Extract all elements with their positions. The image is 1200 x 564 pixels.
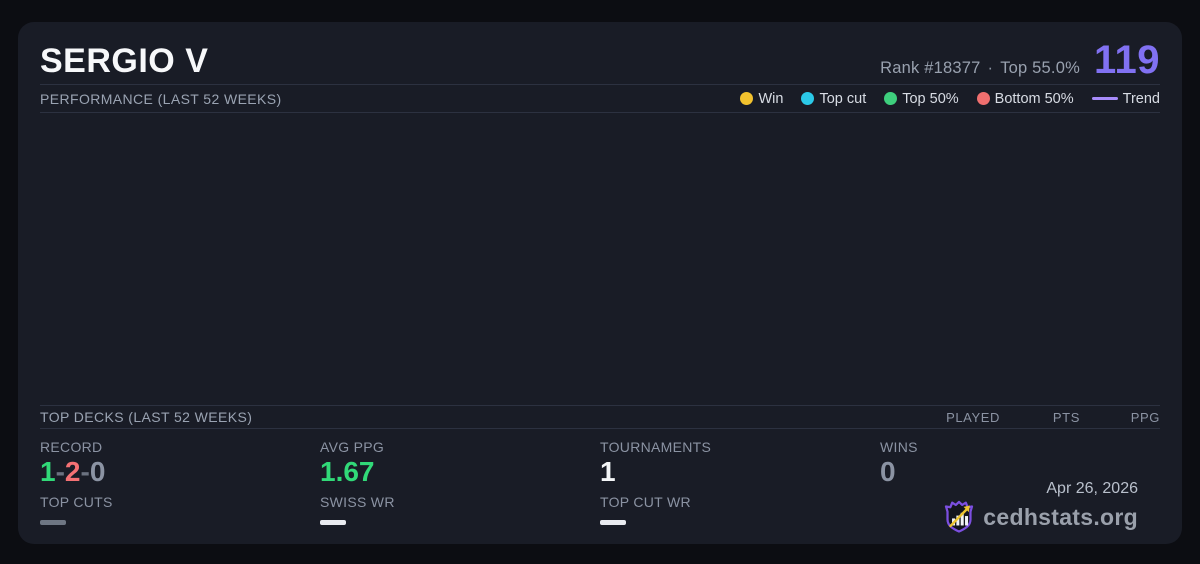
empty-value-dash (320, 520, 346, 525)
legend-label: Bottom 50% (994, 90, 1074, 107)
rank-number: Rank #18377 (880, 59, 981, 77)
trend-line-icon (1091, 97, 1118, 100)
legend-item-bottom50[interactable]: Bottom 50% (976, 90, 1074, 107)
page-title: SERGIO V (40, 42, 209, 80)
stats-column-1: RECORD 1-2-0 TOP CUTS (40, 438, 320, 544)
stat-top-cut-wr: TOP CUT WR (600, 493, 880, 525)
player-stats-card: SERGIO V Rank #18377 · Top 55.0% 119 PERFO… (18, 22, 1182, 544)
legend-item-win[interactable]: Win (740, 91, 783, 107)
column-pts: PTS (1052, 409, 1080, 425)
legend-label: Top 50% (902, 90, 959, 107)
top-percent: Top 55.0% (1000, 59, 1080, 77)
top50-dot-icon (884, 92, 898, 105)
performance-title: PERFORMANCE (LAST 52 WEEKS) (40, 90, 282, 107)
tournaments-value: 1 (600, 456, 616, 487)
top-decks-column-headers: PLAYED PTS PPG (920, 410, 1160, 425)
top-decks-section-header: TOP DECKS (LAST 52 WEEKS) PLAYED PTS PPG (40, 405, 1160, 429)
empty-value-dash (40, 520, 66, 525)
record-value: 1-2-0 (40, 456, 320, 488)
rank-block: Rank #18377 · Top 55.0% 119 (880, 38, 1160, 82)
avg-ppg-value: 1.67 (320, 456, 375, 487)
column-played: PLAYED (946, 409, 1000, 425)
legend-item-top50[interactable]: Top 50% (884, 90, 959, 107)
legend-label: Trend (1122, 90, 1160, 107)
record-draws: 0 (89, 456, 106, 487)
stat-label: SWISS WR (320, 494, 395, 510)
top-cut-dot-icon (801, 92, 815, 105)
stat-record: RECORD 1-2-0 (40, 438, 320, 488)
stat-label: WINS (880, 439, 918, 455)
bottom50-dot-icon (976, 92, 990, 105)
performance-section-header: PERFORMANCE (LAST 52 WEEKS) Win Top cut … (40, 85, 1160, 113)
column-ppg: PPG (1130, 409, 1160, 425)
stat-label: TOURNAMENTS (600, 439, 712, 455)
stat-label: RECORD (40, 439, 103, 455)
stats-column-3: TOURNAMENTS 1 TOP CUT WR (600, 438, 880, 544)
record-losses: 2 (64, 456, 81, 487)
legend-label: Top cut (819, 90, 867, 107)
player-score: 119 (1093, 38, 1160, 82)
date-label: Apr 26, 2026 (1046, 480, 1138, 497)
record-wins: 1 (40, 456, 56, 487)
stats-grid: RECORD 1-2-0 TOP CUTS AVG PPG 1.67 SWISS… (40, 429, 1160, 544)
stat-swiss-wr: SWISS WR (320, 493, 600, 525)
empty-value-dash (600, 520, 626, 525)
cedhstats-logo-icon (945, 500, 974, 533)
legend-label: Win (758, 90, 784, 107)
performance-chart (40, 113, 1160, 405)
stat-tournaments: TOURNAMENTS 1 (600, 438, 880, 488)
brand-block: cedhstats.org (943, 500, 1138, 534)
brand-name: cedhstats.org (983, 503, 1138, 530)
record-separator: - (80, 456, 90, 487)
legend-item-top-cut[interactable]: Top cut (801, 91, 866, 107)
card-header: SERGIO V Rank #18377 · Top 55.0% 119 (40, 22, 1160, 85)
rank-text: Rank #18377 · Top 55.0% (880, 59, 1080, 78)
legend-item-trend[interactable]: Trend (1091, 90, 1160, 107)
dot-separator: · (987, 59, 994, 77)
chart-legend: Win Top cut Top 50% Bottom 50% Trend (740, 91, 1160, 107)
top-decks-title: TOP DECKS (LAST 52 WEEKS) (40, 409, 253, 425)
stat-label: TOP CUT WR (600, 494, 691, 510)
card-footer: Apr 26, 2026 cedhstats.org (943, 480, 1138, 534)
record-separator: - (55, 456, 65, 487)
win-dot-icon (740, 92, 754, 105)
stat-label: AVG PPG (320, 439, 385, 455)
stat-label: TOP CUTS (40, 494, 113, 510)
stat-top-cuts: TOP CUTS (40, 493, 320, 525)
stats-column-2: AVG PPG 1.67 SWISS WR (320, 438, 600, 544)
stat-avg-ppg: AVG PPG 1.67 (320, 438, 600, 488)
